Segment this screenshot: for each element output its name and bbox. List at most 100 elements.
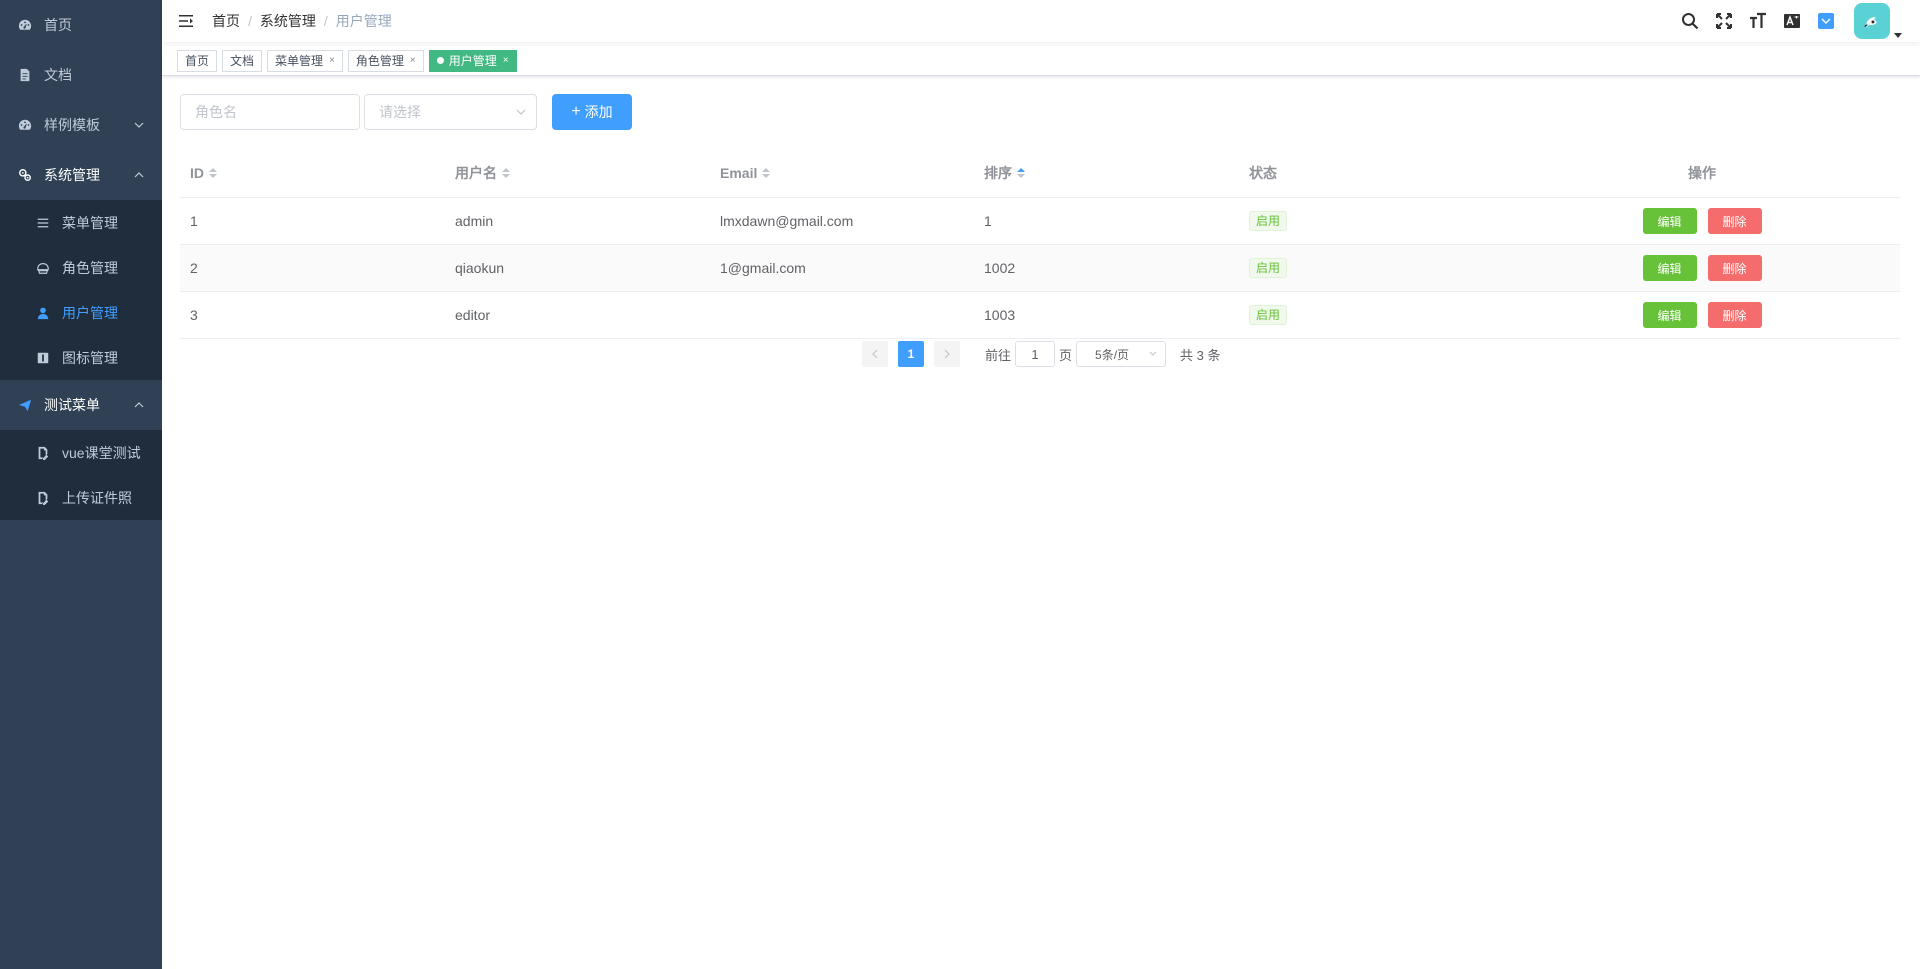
sidebar-item-role-manage[interactable]: 角色管理 (0, 245, 162, 290)
sidebar-item-docs[interactable]: 文档 (0, 50, 162, 100)
sidebar-item-home[interactable]: 首页 (0, 0, 162, 50)
edit-doc-icon (36, 491, 50, 505)
submenu-system: 菜单管理 角色管理 用户管理 图标管理 (0, 200, 162, 380)
cell-actions: 编辑 删除 (1504, 255, 1900, 281)
delete-button[interactable]: 删除 (1707, 255, 1762, 281)
delete-button[interactable]: 删除 (1707, 208, 1762, 234)
chevron-up-icon (134, 172, 144, 178)
breadcrumb-current: 用户管理 (335, 13, 392, 29)
sidebar-item-templates[interactable]: 样例模板 (0, 100, 162, 150)
search-icon[interactable] (1680, 11, 1700, 31)
breadcrumb-separator: / (248, 13, 252, 29)
page-size-select[interactable]: 5条/页 (1076, 341, 1167, 367)
role-name-input[interactable] (180, 94, 360, 130)
sort-icon[interactable] (762, 168, 771, 178)
avatar[interactable] (1854, 3, 1890, 39)
tag-label: 菜单管理 (275, 53, 324, 68)
edit-button[interactable]: 编辑 (1642, 255, 1697, 281)
header-label: Email (720, 165, 758, 181)
edit-doc-icon (36, 446, 50, 460)
sidebar-item-menu-manage[interactable]: 菜单管理 (0, 200, 162, 245)
goto-page-input[interactable] (1015, 341, 1056, 367)
cell-username: editor (455, 307, 491, 323)
list-icon (36, 216, 50, 230)
template-icon (18, 118, 32, 132)
cell-email: 1@gmail.com (720, 260, 806, 276)
sort-icon[interactable] (502, 168, 510, 178)
header-label: 状态 (1249, 165, 1277, 181)
avatar-image-icon (1864, 17, 1877, 28)
breadcrumb-system[interactable]: 系统管理 (260, 11, 316, 31)
sidebar-item-label: 样例模板 (44, 117, 100, 133)
add-button[interactable]: + 添加 (552, 94, 632, 130)
column-header-sort[interactable]: 排序 (974, 163, 1239, 183)
goto-prefix: 前往 (985, 347, 1012, 363)
total-count: 共 3 条 (1180, 347, 1221, 363)
sidebar-item-label: vue课堂测试 (62, 444, 141, 461)
sidebar-item-label: 菜单管理 (62, 214, 118, 231)
theme-picker-icon[interactable] (1816, 11, 1836, 31)
avatar-dropdown[interactable] (1854, 3, 1902, 39)
edit-button[interactable]: 编辑 (1642, 208, 1697, 234)
sidebar-item-test-menu[interactable]: 测试菜单 (0, 380, 162, 430)
sidebar-item-system[interactable]: 系统管理 (0, 150, 162, 200)
cell-actions: 编辑 删除 (1504, 302, 1900, 328)
cell-username: admin (455, 213, 494, 229)
cell-actions: 编辑 删除 (1504, 208, 1900, 234)
close-icon[interactable]: × (329, 51, 335, 71)
font-size-icon[interactable] (1748, 11, 1768, 31)
cell-email: lmxdawn@gmail.com (720, 213, 854, 229)
tag-label: 角色管理 (355, 53, 404, 68)
cell-id: 1 (190, 213, 198, 229)
hamburger-icon[interactable] (178, 13, 194, 29)
column-header-email[interactable]: Email (710, 165, 974, 181)
cell-sort: 1 (984, 213, 992, 229)
sidebar-item-icon-manage[interactable]: 图标管理 (0, 335, 162, 380)
language-icon[interactable] (1782, 11, 1802, 31)
page-number-1[interactable]: 1 (898, 341, 924, 367)
filter-bar: 请选择 + 添加 (180, 94, 632, 130)
sort-icon[interactable] (209, 168, 217, 178)
sidebar: 首页 文档 样例模板 系统管理 菜单管理 角色管理 用户管理 图标管理 测试菜单… (0, 0, 162, 969)
edit-button[interactable]: 编辑 (1642, 302, 1697, 328)
cell-status: 启用 (1239, 211, 1504, 231)
sidebar-item-label: 角色管理 (62, 259, 118, 276)
close-icon[interactable]: × (503, 51, 509, 71)
cell-status: 启用 (1239, 258, 1504, 278)
table-row: 1 admin lmxdawn@gmail.com 1 启用 编辑 删除 (180, 198, 1900, 245)
next-page-button[interactable] (934, 341, 960, 367)
sidebar-item-vue-test[interactable]: vue课堂测试 (0, 430, 162, 475)
tag-home[interactable]: 首页 (177, 49, 218, 72)
navbar: 首页 / 系统管理 / 用户管理 (162, 0, 1920, 42)
chevron-down-icon (134, 122, 144, 128)
user-table: ID 用户名 Email 排序 状态 操作 1 admin lmxdawn@gm… (180, 149, 1900, 339)
sidebar-item-user-manage[interactable]: 用户管理 (0, 290, 162, 335)
tag-menu-manage[interactable]: 菜单管理 × (267, 49, 343, 72)
sidebar-item-label: 测试菜单 (44, 397, 100, 413)
tag-user-manage[interactable]: 用户管理 × (428, 49, 517, 72)
delete-button[interactable]: 删除 (1707, 302, 1762, 328)
tag-role-manage[interactable]: 角色管理 × (347, 49, 424, 72)
sidebar-item-label: 上传证件照 (62, 489, 132, 506)
header-label: 用户名 (455, 165, 497, 181)
tag-label: 用户管理 (448, 53, 497, 68)
right-menu (1666, 0, 1920, 42)
tag-docs[interactable]: 文档 (222, 49, 263, 72)
goto-suffix: 页 (1059, 347, 1073, 363)
select-placeholder: 请选择 (379, 104, 421, 120)
breadcrumb-home[interactable]: 首页 (212, 11, 240, 31)
prev-page-button[interactable] (862, 341, 888, 367)
status-select[interactable]: 请选择 (364, 94, 537, 130)
chevron-down-icon (516, 109, 526, 115)
fullscreen-icon[interactable] (1714, 11, 1734, 31)
close-icon[interactable]: × (410, 51, 416, 71)
column-header-id[interactable]: ID (180, 165, 445, 181)
column-header-username[interactable]: 用户名 (445, 163, 710, 183)
sidebar-item-upload-id-photo[interactable]: 上传证件照 (0, 475, 162, 520)
settings-icon (18, 168, 32, 182)
sort-ascending-icon[interactable] (1017, 168, 1025, 178)
breadcrumb: 首页 / 系统管理 / 用户管理 (212, 11, 392, 31)
cell-status: 启用 (1239, 305, 1504, 325)
tags-view: 首页 文档 菜单管理 × 角色管理 × 用户管理 × (162, 46, 1920, 76)
header-label: 操作 (1688, 165, 1716, 181)
